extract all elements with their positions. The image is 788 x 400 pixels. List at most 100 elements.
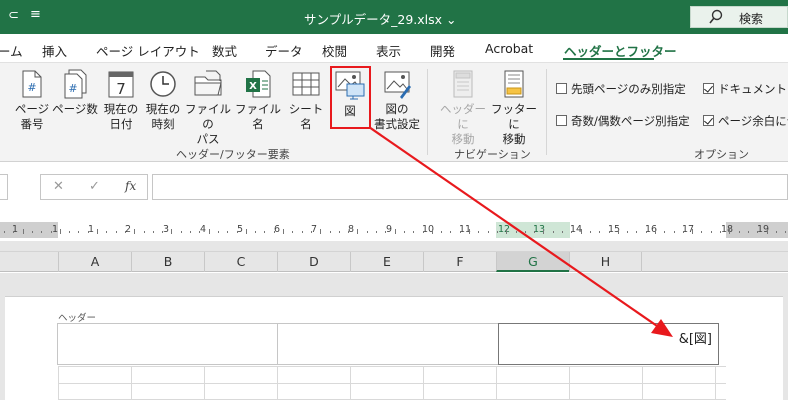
page-gap [0,241,788,251]
folder-icon [194,70,222,96]
cancel-icon[interactable]: ✕ [53,179,64,194]
ruler-margin-left [0,222,58,238]
ruler-number: 1 [52,224,59,235]
tab-data[interactable]: データ [265,41,303,60]
file-name-button[interactable]: X ファイル名 [233,69,283,132]
current-date-button[interactable]: 7 現在の 日付 [100,69,142,132]
format-picture-button[interactable]: 図の 書式設定 [372,69,422,132]
ruler-tick [171,229,172,234]
search-icon [709,9,723,24]
column-header-c[interactable]: C [204,252,277,272]
align-with-margins-checkbox[interactable]: ページ余白に合 [703,113,788,129]
ruler-tick [516,231,517,233]
ruler-tick [664,231,665,233]
ruler-tick [683,231,684,233]
horizontal-ruler: 1 1 1 2 3 4 5 6 7 8 9 10 11 12 13 14 15 16 17 18 19 [0,219,788,241]
ruler-tick [609,231,610,233]
ruler-tick [776,231,777,233]
ruler-tick [618,229,619,234]
tab-review[interactable]: 校閲 [322,41,347,60]
header-center-section[interactable] [277,323,499,365]
group-label-navigation: ナビゲーション [454,148,531,161]
column-header-h[interactable]: H [569,252,642,272]
ruler-tick [227,231,228,233]
ruler-number: 5 [237,224,244,235]
header-label: ヘッダー [58,313,97,324]
column-header-e[interactable]: E [350,252,423,272]
ruler-tick [283,229,284,234]
ruler-number: 7 [311,224,318,235]
tab-insert[interactable]: 挿入 [42,41,67,60]
tab-developer[interactable]: 開発 [430,41,455,60]
column-header-b[interactable]: B [131,252,204,272]
quick-access-icon[interactable]: ⊂ [8,8,19,23]
formula-input[interactable] [152,174,788,200]
ruler-tick [376,231,377,233]
ruler-tick [423,231,424,233]
ruler-tick [51,231,52,233]
file-path-button[interactable]: ファイルの パス [182,69,234,147]
ruler-tick [246,229,247,234]
ruler-tick [739,231,740,233]
checkbox-box [556,83,567,94]
ruler-tick [153,231,154,233]
ruler-tick [404,231,405,233]
ruler-tick [348,231,349,233]
enter-icon[interactable]: ✓ [89,179,100,194]
svg-text:#: # [68,82,77,95]
current-time-button[interactable]: 現在の 時刻 [142,69,184,132]
different-odd-even-checkbox[interactable]: 奇数/偶数ページ別指定 [556,113,690,129]
search-box[interactable]: 検索 [690,6,788,28]
ruler-number: 12 [498,224,511,235]
ruler-tick [488,231,489,233]
ruler-tick [144,231,145,233]
group-label-header-footer-elements: ヘッダー/フッター要素 [176,148,290,161]
title-dropdown-icon: ⌄ [446,12,457,27]
column-header-d[interactable]: D [277,252,350,272]
group-label-options: オプション [694,148,749,161]
column-header-a[interactable]: A [58,252,131,272]
customize-quick-access-icon[interactable]: ≡ [30,7,41,22]
ruler-tick [190,231,191,233]
ribbon: # ページ 番号 # ページ数 7 現在の 日付 現在の 時刻 ファイルの パス… [0,62,788,162]
gridline-horizontal [58,383,726,384]
ruler-number: 2 [125,224,132,235]
page-number-button[interactable]: # ページ 番号 [12,69,52,132]
tab-formulas[interactable]: 数式 [212,41,237,60]
tab-page-layout[interactable]: ページ レイアウト [96,41,200,60]
title-bar: ⊂ ≡ サンプルデータ_29.xlsx ⌄ 検索 [0,0,788,34]
ruler-tick [209,229,210,234]
different-first-page-checkbox[interactable]: 先頭ページのみ別指定 [556,81,686,97]
group-separator [546,69,547,155]
group-separator [427,69,428,155]
goto-header-button[interactable]: ヘッダーに 移動 [436,69,490,147]
ruler-tick [646,231,647,233]
ruler-tick [60,229,61,234]
tab-view[interactable]: 表示 [376,41,401,60]
ruler-tick [69,231,70,233]
ruler-tick [785,231,786,233]
ruler-number: 18 [721,224,734,235]
svg-text:X: X [249,81,257,92]
insert-function-icon[interactable]: fx [125,179,136,193]
ruler-tick [13,231,14,233]
ruler-tick [330,231,331,233]
ruler-tick [534,231,535,233]
header-left-section[interactable] [57,323,278,365]
sheet-name-button[interactable]: シート名 [284,69,328,132]
ruler-tick [106,231,107,233]
name-box[interactable] [0,174,8,200]
column-header-f[interactable]: F [423,252,496,272]
ruler-tick [199,231,200,233]
page-count-button[interactable]: # ページ数 [52,69,98,117]
tab-home[interactable]: ーム [0,41,23,60]
column-header-g[interactable]: G [496,252,569,272]
header-right-section[interactable]: &[図] [498,323,719,365]
goto-footer-button[interactable]: フッターに 移動 [488,69,540,147]
page-top-gap [0,273,788,296]
document-title[interactable]: サンプルデータ_29.xlsx ⌄ [304,9,457,28]
ruler-tick [23,229,24,234]
scale-with-document-checkbox[interactable]: ドキュメントに合 [703,81,788,97]
ruler-tick [674,231,675,233]
tab-acrobat[interactable]: Acrobat [485,41,533,56]
